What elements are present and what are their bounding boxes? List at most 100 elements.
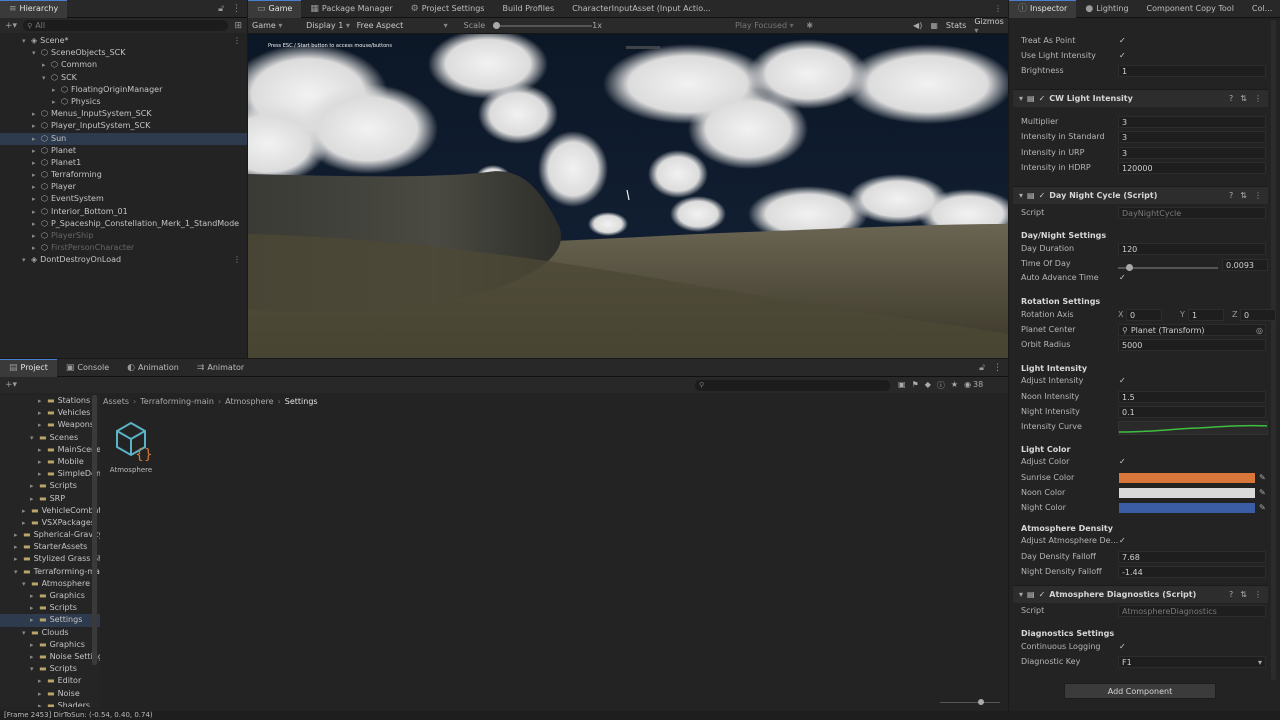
noon-intensity-field[interactable]: 1.5 bbox=[1118, 391, 1266, 403]
kebab-menu-icon[interactable]: ⋮ bbox=[993, 363, 1002, 373]
tab-project[interactable]: ▤ Project bbox=[0, 358, 57, 377]
kebab-menu-icon[interactable]: ⋮ bbox=[233, 35, 241, 47]
project-folder[interactable]: ▸▬Stylized Grass Shader bbox=[0, 553, 100, 565]
zoom-slider-handle[interactable] bbox=[978, 699, 984, 705]
collapse-arrow-icon[interactable]: ▸ bbox=[32, 108, 41, 120]
rotation-axis-y-field[interactable]: 1 bbox=[1188, 309, 1224, 321]
project-folder[interactable]: ▸ ▬ Stations bbox=[0, 395, 100, 407]
day-night-cycle-header[interactable]: ▾ ▤ ✓ Day Night Cycle (Script)? ⇅ ⋮ bbox=[1013, 186, 1268, 204]
enabled-checkbox-icon[interactable]: ✓ bbox=[1039, 191, 1046, 200]
help-icon[interactable]: ? bbox=[1229, 191, 1233, 200]
foldout-arrow-icon[interactable]: ▾ bbox=[1019, 191, 1023, 200]
day-density-falloff-field[interactable]: 7.68 bbox=[1118, 551, 1266, 563]
collapse-arrow-icon[interactable]: ▸ bbox=[38, 407, 47, 419]
scale-slider[interactable] bbox=[493, 21, 593, 31]
project-search[interactable]: ⚲ bbox=[695, 379, 890, 391]
hierarchy-item[interactable]: ▸ ⬡ Planet bbox=[0, 145, 247, 157]
hierarchy-item[interactable]: ▸ ⬡ Player bbox=[0, 181, 247, 193]
collapse-arrow-icon[interactable]: ▸ bbox=[32, 193, 41, 205]
intensity-hdrp-field[interactable]: 120000 bbox=[1118, 162, 1266, 174]
kebab-menu-icon[interactable]: ⋮ bbox=[1254, 94, 1262, 103]
expand-arrow-icon[interactable]: ▾ bbox=[30, 432, 39, 444]
collapse-arrow-icon[interactable]: ▸ bbox=[22, 517, 31, 529]
collapse-arrow-icon[interactable]: ▸ bbox=[14, 541, 23, 553]
preset-icon[interactable]: ⇅ bbox=[1240, 191, 1247, 200]
project-folder[interactable]: ▾ ▬ Scripts bbox=[0, 663, 100, 675]
project-folder[interactable]: ▾ ▬ Clouds bbox=[0, 627, 100, 639]
expand-arrow-icon[interactable]: ▾ bbox=[42, 72, 51, 84]
brightness-field[interactable]: 1 bbox=[1118, 65, 1266, 77]
eyedropper-icon[interactable]: ✎ bbox=[1259, 503, 1266, 512]
hierarchy-item[interactable]: ▸ ⬡ Terraforming bbox=[0, 169, 247, 181]
zoom-slider[interactable] bbox=[940, 699, 1000, 705]
breadcrumb-item[interactable]: Terraforming-main bbox=[140, 395, 214, 409]
hierarchy-item[interactable]: ▸ ⬡ FloatingOriginManager bbox=[0, 84, 247, 96]
multiplier-field[interactable]: 3 bbox=[1118, 116, 1266, 128]
collapse-arrow-icon[interactable]: ▸ bbox=[32, 169, 41, 181]
collapse-arrow-icon[interactable]: ▸ bbox=[30, 614, 39, 626]
checkbox-checked-icon[interactable]: ✓ bbox=[1119, 640, 1126, 654]
night-density-falloff-field[interactable]: -1.44 bbox=[1118, 566, 1266, 578]
project-folder[interactable]: ▸ ▬ Graphics bbox=[0, 639, 100, 651]
hierarchy-item[interactable]: ▸ ⬡ Menus_InputSystem_SCK bbox=[0, 108, 247, 120]
tab-inspector[interactable]: ⓘ Inspector bbox=[1009, 0, 1077, 18]
preset-icon[interactable]: ⇅ bbox=[1240, 590, 1247, 599]
lock-icon[interactable]: 🔓︎ bbox=[979, 363, 985, 373]
project-folder[interactable]: ▸ ▬ Weapons bbox=[0, 419, 100, 431]
tab-package-manager[interactable]: ▦ Package Manager bbox=[301, 0, 401, 18]
hierarchy-item[interactable]: ▾ ◈ Scene* ⋮ bbox=[0, 35, 247, 47]
add-asset-icon[interactable]: +▾ bbox=[5, 380, 17, 390]
project-folder[interactable]: ▸ ▬ Mobile bbox=[0, 456, 100, 468]
add-icon[interactable]: +▾ bbox=[5, 21, 17, 31]
search-by-type-icon[interactable]: ▣ bbox=[898, 380, 906, 391]
collapse-arrow-icon[interactable]: ▸ bbox=[38, 700, 47, 707]
expand-arrow-icon[interactable]: ▾ bbox=[30, 663, 39, 675]
project-folder[interactable]: ▸ ▬ Noise bbox=[0, 688, 100, 700]
project-folder[interactable]: ▸▬MainScenes bbox=[0, 444, 100, 456]
tab-game[interactable]: ▭ Game bbox=[248, 0, 302, 18]
project-folder[interactable]: ▸ ▬ Settings bbox=[0, 614, 100, 627]
intensity-urp-field[interactable]: 3 bbox=[1118, 147, 1266, 159]
hierarchy-item[interactable]: ▸ ⬡ Player_InputSystem_SCK bbox=[0, 120, 247, 132]
object-picker-icon[interactable]: ◎ bbox=[1256, 325, 1263, 337]
collapse-arrow-icon[interactable]: ▸ bbox=[30, 493, 39, 505]
asset-tile[interactable]: {} Atmosphere bbox=[108, 419, 154, 474]
breadcrumb-item[interactable]: Settings bbox=[285, 395, 318, 409]
expand-arrow-icon[interactable]: ▾ bbox=[22, 35, 31, 47]
favorite-icon[interactable]: ★ bbox=[951, 380, 958, 391]
collapse-arrow-icon[interactable]: ▸ bbox=[38, 444, 47, 456]
tab-console[interactable]: ▣ Console bbox=[57, 359, 118, 377]
collapse-arrow-icon[interactable]: ▸ bbox=[38, 419, 47, 431]
project-folder[interactable]: ▸▬Noise Settings bbox=[0, 651, 100, 663]
rotation-axis-x-field[interactable]: 0 bbox=[1126, 309, 1162, 321]
project-folder[interactable]: ▸ ▬ Vehicles bbox=[0, 407, 100, 419]
tab-animation[interactable]: ◐ Animation bbox=[118, 359, 188, 377]
stats-toggle[interactable]: Stats bbox=[946, 21, 966, 30]
sunrise-color-swatch[interactable] bbox=[1118, 472, 1256, 484]
project-folder[interactable]: ▸ ▬ VSXPackages bbox=[0, 517, 100, 529]
day-duration-field[interactable]: 120 bbox=[1118, 243, 1266, 255]
hierarchy-item[interactable]: ▸ ⬡ PlayerShip bbox=[0, 230, 247, 242]
kebab-menu-icon[interactable]: ⋮ bbox=[1254, 191, 1262, 200]
project-folder[interactable]: ▸ ▬ StarterAssets bbox=[0, 541, 100, 553]
collapse-arrow-icon[interactable]: ▸ bbox=[52, 96, 61, 108]
night-intensity-field[interactable]: 0.1 bbox=[1118, 406, 1266, 418]
intensity-standard-field[interactable]: 3 bbox=[1118, 131, 1266, 143]
hierarchy-item[interactable]: ▾ ⬡ SCK bbox=[0, 72, 247, 84]
collapse-arrow-icon[interactable]: ▸ bbox=[32, 120, 41, 132]
kebab-menu-icon[interactable]: ⋮ bbox=[232, 4, 241, 14]
eyedropper-icon[interactable]: ✎ bbox=[1259, 473, 1266, 482]
collapse-arrow-icon[interactable]: ▸ bbox=[32, 218, 41, 230]
play-focused-dropdown[interactable]: Play Focused ▾ bbox=[735, 21, 800, 30]
diagnostics-script-field[interactable]: AtmosphereDiagnostics bbox=[1118, 605, 1266, 617]
project-folder[interactable]: ▸ ▬ Scripts bbox=[0, 480, 100, 492]
hierarchy-search[interactable]: ⚲ All bbox=[23, 20, 229, 31]
collapse-arrow-icon[interactable]: ▸ bbox=[14, 529, 23, 541]
project-folder[interactable]: ▾ ▬ Terraforming-main bbox=[0, 566, 100, 578]
expand-arrow-icon[interactable]: ▾ bbox=[22, 254, 31, 266]
collapse-arrow-icon[interactable]: ▸ bbox=[32, 133, 41, 145]
inspector-scrollbar[interactable] bbox=[1271, 20, 1276, 680]
night-color-swatch[interactable] bbox=[1118, 502, 1256, 514]
project-folder[interactable]: ▸ ▬ SRP bbox=[0, 493, 100, 505]
collapse-arrow-icon[interactable]: ▸ bbox=[32, 242, 41, 254]
